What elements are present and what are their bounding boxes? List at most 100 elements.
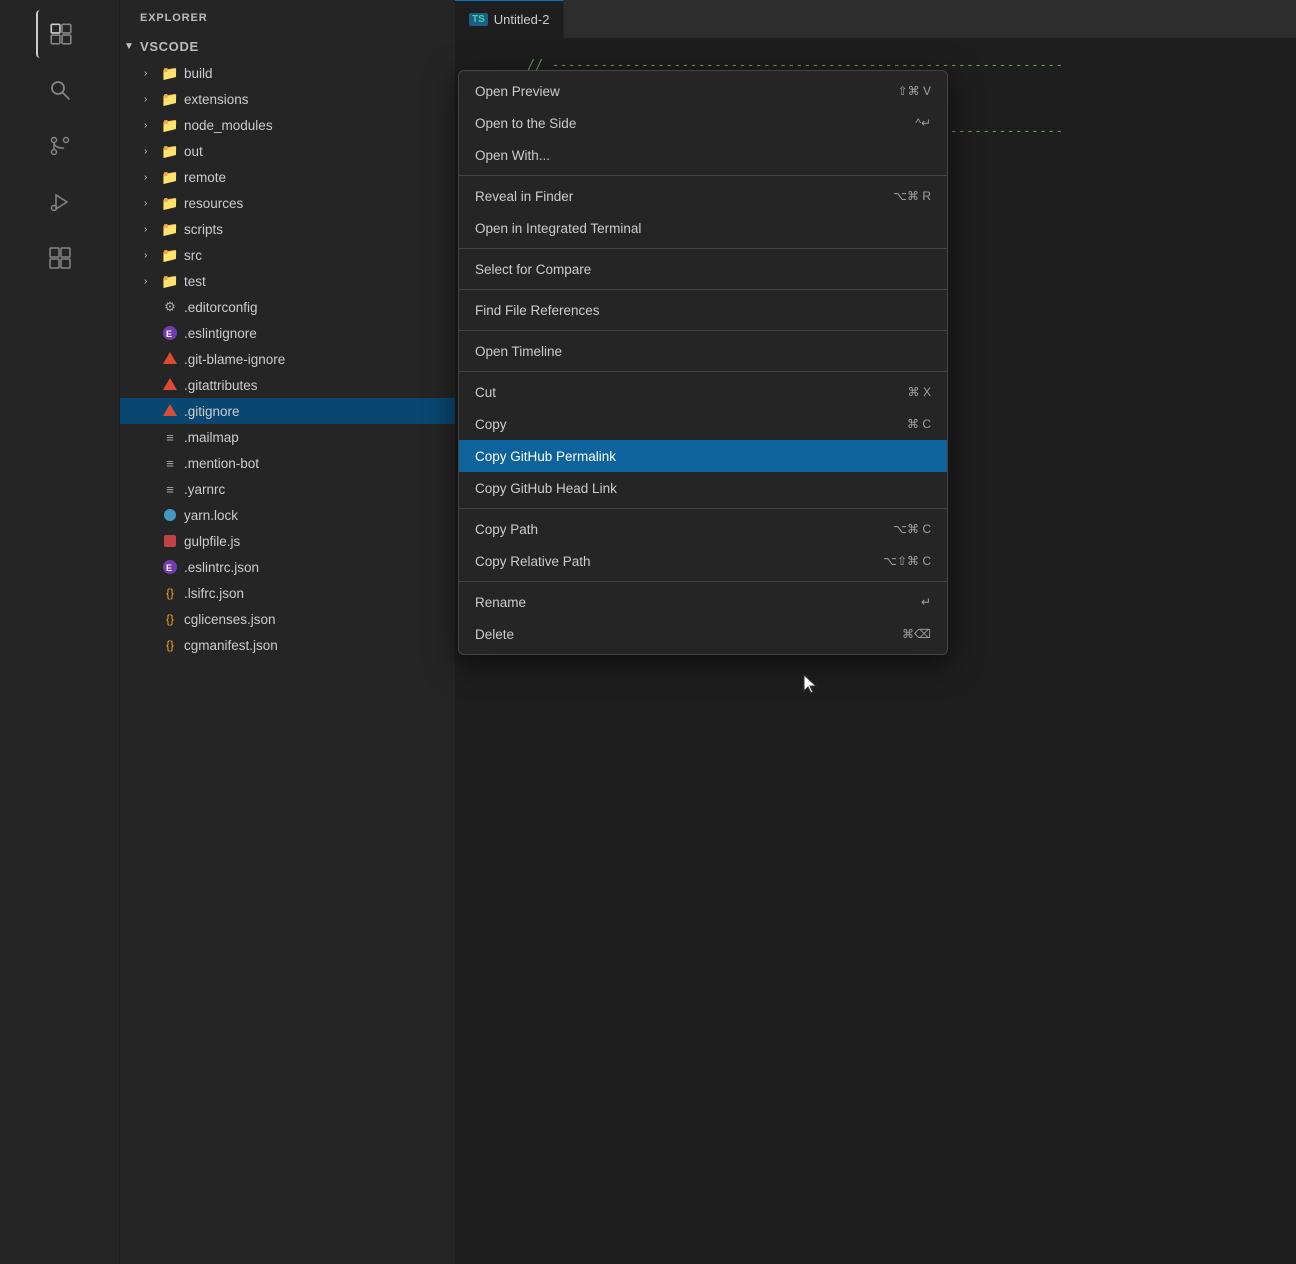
menu-item-open-timeline[interactable]: Open Timeline <box>459 335 947 367</box>
menu-item-copy-github-headlink[interactable]: Copy GitHub Head Link <box>459 472 947 504</box>
menu-item-copy-relative-path[interactable]: Copy Relative Path ⌥⇧⌘ C <box>459 545 947 577</box>
yarnrc-icon: ≡ <box>160 479 180 499</box>
tree-item-src[interactable]: › 📁 src <box>120 242 455 268</box>
arrow-down-icon: ▼ <box>124 41 140 52</box>
tree-item-eslintignore[interactable]: › E .eslintignore <box>120 320 455 346</box>
tree-item-scripts[interactable]: › 📁 scripts <box>120 216 455 242</box>
tree-item-gitattributes[interactable]: › .gitattributes <box>120 372 455 398</box>
tree-root-label: VSCODE <box>140 39 199 54</box>
menu-label: Open to the Side <box>475 116 576 131</box>
menu-item-rename[interactable]: Rename ↵ <box>459 586 947 618</box>
tree-item-label: extensions <box>184 92 249 107</box>
folder-icon: 📁 <box>160 89 180 109</box>
menu-item-open-to-side[interactable]: Open to the Side ^↵ <box>459 107 947 139</box>
lsifrc-icon: {} <box>160 583 180 603</box>
menu-separator <box>459 175 947 176</box>
menu-label: Cut <box>475 385 496 400</box>
menu-shortcut: ⇧⌘ V <box>898 84 931 98</box>
tree-item-mailmap[interactable]: › ≡ .mailmap <box>120 424 455 450</box>
tree-item-label: .yarnrc <box>184 482 225 497</box>
tree-item-label: .mention-bot <box>184 456 259 471</box>
folder-arrow-icon: › <box>144 224 160 235</box>
activity-bar-run[interactable] <box>36 178 84 226</box>
menu-shortcut: ⌘ X <box>908 385 931 399</box>
folder-arrow-icon: › <box>144 120 160 131</box>
tree-item-build[interactable]: › 📁 build <box>120 60 455 86</box>
activity-bar-extensions[interactable] <box>36 234 84 282</box>
editor-tab-bar: TS Untitled-2 <box>455 0 1296 38</box>
editor-tab-untitled[interactable]: TS Untitled-2 <box>455 0 564 38</box>
menu-item-cut[interactable]: Cut ⌘ X <box>459 376 947 408</box>
menu-label: Open Timeline <box>475 344 562 359</box>
menu-item-open-with[interactable]: Open With... <box>459 139 947 171</box>
folder-arrow-icon: › <box>144 94 160 105</box>
menu-item-open-preview[interactable]: Open Preview ⇧⌘ V <box>459 75 947 107</box>
menu-separator <box>459 330 947 331</box>
menu-item-reveal-in-finder[interactable]: Reveal in Finder ⌥⌘ R <box>459 180 947 212</box>
tree-item-label: node_modules <box>184 118 273 133</box>
menu-label: Select for Compare <box>475 262 591 277</box>
tree-item-label: gulpfile.js <box>184 534 240 549</box>
tree-item-gulpfile[interactable]: › gulpfile.js <box>120 528 455 554</box>
tree-item-label: src <box>184 248 202 263</box>
tree-item-node-modules[interactable]: › 📁 node_modules <box>120 112 455 138</box>
tree-item-test[interactable]: › 📁 test <box>120 268 455 294</box>
menu-shortcut: ⌘⌫ <box>902 627 931 641</box>
folder-arrow-icon: › <box>144 276 160 287</box>
menu-label: Copy GitHub Head Link <box>475 481 617 496</box>
tree-item-git-blame-ignore[interactable]: › .git-blame-ignore <box>120 346 455 372</box>
tree-item-extensions[interactable]: › 📁 extensions <box>120 86 455 112</box>
menu-label: Open Preview <box>475 84 560 99</box>
ts-badge: TS <box>469 13 488 26</box>
menu-shortcut: ⌥⌘ R <box>893 189 931 203</box>
cgmanifest-icon: {} <box>160 635 180 655</box>
folder-icon: 📁 <box>160 63 180 83</box>
menu-item-open-in-terminal[interactable]: Open in Integrated Terminal <box>459 212 947 244</box>
tree-item-label: .eslintrc.json <box>184 560 259 575</box>
tree-item-cgmanifest-json[interactable]: › {} cgmanifest.json <box>120 632 455 658</box>
tree-item-editorconfig[interactable]: › ⚙ .editorconfig <box>120 294 455 320</box>
tree-item-mention-bot[interactable]: › ≡ .mention-bot <box>120 450 455 476</box>
menu-shortcut: ⌥⇧⌘ C <box>883 554 931 568</box>
folder-arrow-icon: › <box>144 68 160 79</box>
folder-icon: 📁 <box>160 219 180 239</box>
menu-separator <box>459 371 947 372</box>
menu-item-copy[interactable]: Copy ⌘ C <box>459 408 947 440</box>
folder-icon: 📁 <box>160 141 180 161</box>
git-blame-icon <box>160 349 180 369</box>
menu-item-copy-github-permalink[interactable]: Copy GitHub Permalink <box>459 440 947 472</box>
editorconfig-icon: ⚙ <box>160 297 180 317</box>
menu-item-find-file-references[interactable]: Find File References <box>459 294 947 326</box>
tree-item-resources[interactable]: › 📁 resources <box>120 190 455 216</box>
activity-bar-search[interactable] <box>36 66 84 114</box>
folder-icon: 📁 <box>160 193 180 213</box>
menu-label: Open With... <box>475 148 550 163</box>
sidebar: EXPLORER ▼ VSCODE › 📁 build › 📁 extensio… <box>120 0 455 1264</box>
tree-item-remote[interactable]: › 📁 remote <box>120 164 455 190</box>
activity-bar-explorer[interactable] <box>36 10 84 58</box>
menu-item-copy-path[interactable]: Copy Path ⌥⌘ C <box>459 513 947 545</box>
menu-label: Copy Path <box>475 522 538 537</box>
tree-item-label: .gitignore <box>184 404 240 419</box>
menu-item-select-for-compare[interactable]: Select for Compare <box>459 253 947 285</box>
menu-item-delete[interactable]: Delete ⌘⌫ <box>459 618 947 650</box>
file-tree: ▼ VSCODE › 📁 build › 📁 extensions › 📁 no… <box>120 32 455 658</box>
tree-item-yarn-lock[interactable]: › yarn.lock <box>120 502 455 528</box>
tree-root-vscode[interactable]: ▼ VSCODE <box>120 32 455 60</box>
tree-item-lsifrc-json[interactable]: › {} .lsifrc.json <box>120 580 455 606</box>
menu-separator <box>459 581 947 582</box>
tree-item-cglicenses-json[interactable]: › {} cglicenses.json <box>120 606 455 632</box>
tree-item-eslintrc-json[interactable]: › E .eslintrc.json <box>120 554 455 580</box>
tree-item-out[interactable]: › 📁 out <box>120 138 455 164</box>
activity-bar-source-control[interactable] <box>36 122 84 170</box>
context-menu: Open Preview ⇧⌘ V Open to the Side ^↵ Op… <box>458 70 948 655</box>
sidebar-header: EXPLORER <box>120 0 455 32</box>
mention-icon: ≡ <box>160 453 180 473</box>
folder-arrow-icon: › <box>144 250 160 261</box>
tree-item-yarnrc[interactable]: › ≡ .yarnrc <box>120 476 455 502</box>
folder-icon: 📁 <box>160 115 180 135</box>
menu-separator <box>459 248 947 249</box>
menu-shortcut: ↵ <box>921 595 931 609</box>
tree-item-gitignore[interactable]: › .gitignore <box>120 398 455 424</box>
gulp-icon <box>160 531 180 551</box>
